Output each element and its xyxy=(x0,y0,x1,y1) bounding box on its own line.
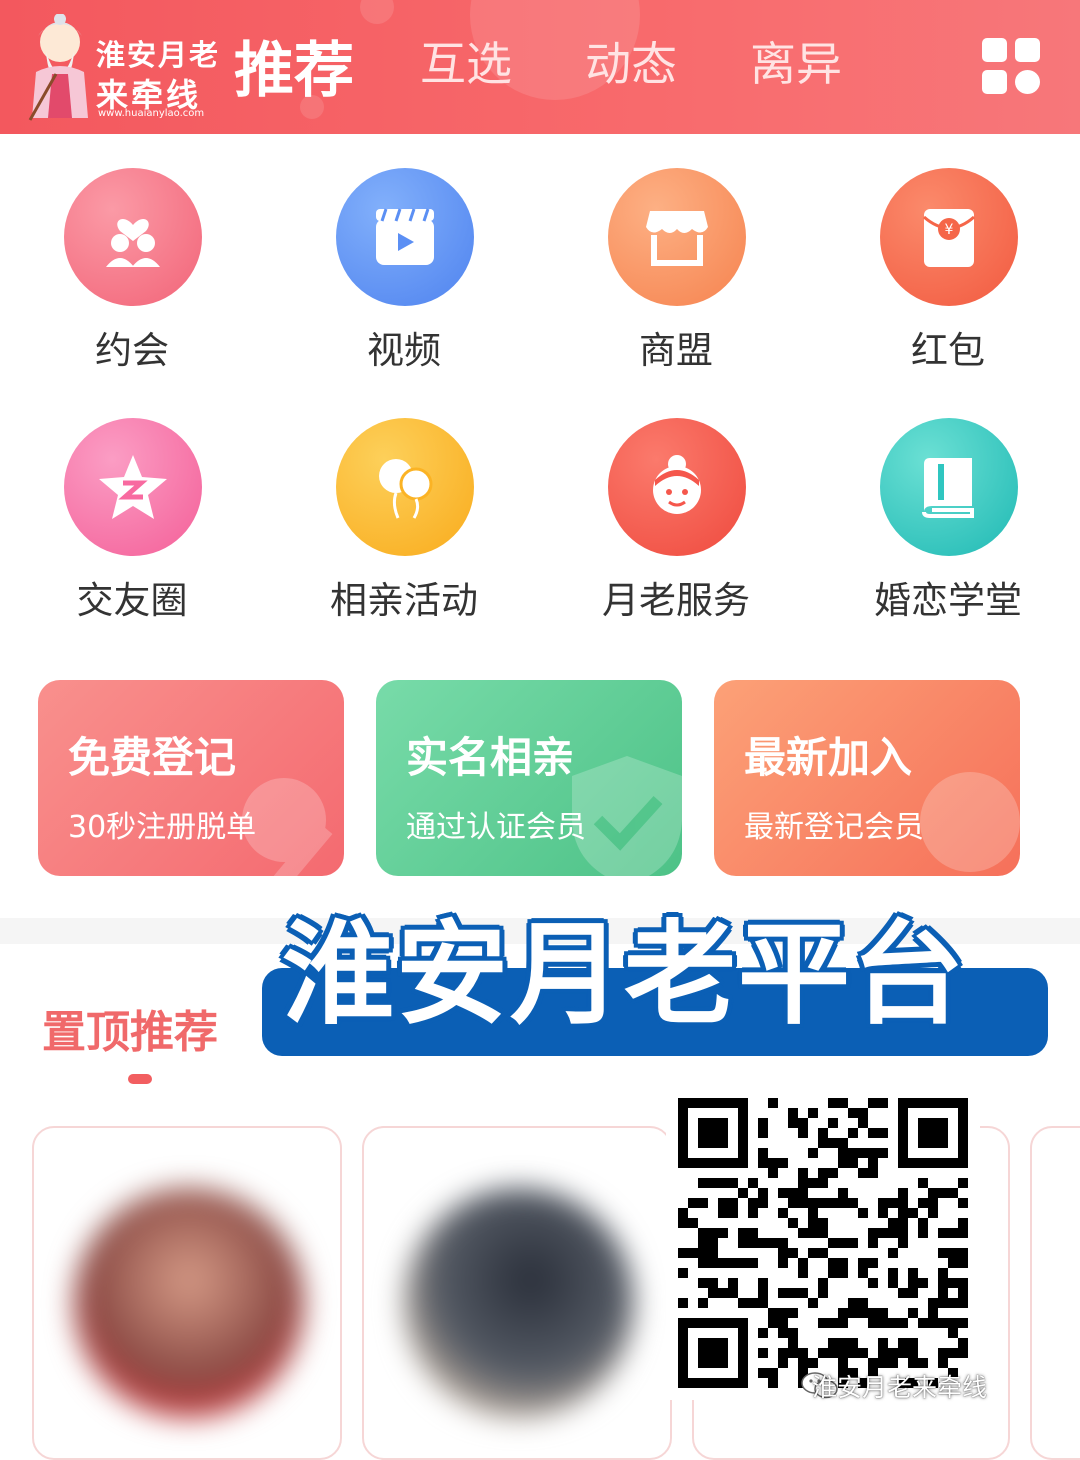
video-clapper-icon xyxy=(336,168,474,306)
store-icon xyxy=(608,168,746,306)
section-title-pinned[interactable]: 置顶推荐 xyxy=(42,996,218,1060)
shortcut-label: 视频 xyxy=(367,329,441,372)
card-real-name-dating[interactable]: 实名相亲 通过认证会员 xyxy=(376,680,682,876)
top-nav-bar: 淮安月老 来牵线 www.huaianylao.com 推荐 互选 动态 离异 xyxy=(0,0,1080,134)
customer-service-icon xyxy=(608,418,746,556)
shortcut-label: 婚恋学堂 xyxy=(874,579,1022,622)
section-active-indicator xyxy=(128,1074,152,1084)
shortcut-label: 约会 xyxy=(95,329,169,372)
profile-card[interactable] xyxy=(32,1126,342,1460)
promo-banner-text: 淮安月老平台 xyxy=(282,910,966,1040)
card-free-register[interactable]: 免费登记 30秒注册脱单 xyxy=(38,680,344,876)
brand-name-line1: 淮安月老 xyxy=(96,38,221,72)
shortcut-matchmaking-events[interactable]: 相亲活动 xyxy=(284,418,524,628)
card-newly-joined[interactable]: 最新加入 最新登记会员 xyxy=(714,680,1020,876)
qr-code-pattern xyxy=(678,1098,968,1388)
star-circle-icon xyxy=(64,418,202,556)
card-subtitle: 最新登记会员 xyxy=(744,810,924,845)
card-title: 实名相亲 xyxy=(406,733,575,782)
profile-card[interactable] xyxy=(362,1126,672,1460)
avatar xyxy=(404,1188,634,1418)
shortcut-label: 月老服务 xyxy=(602,579,750,622)
watermark-text: 淮安月老来牵线 xyxy=(812,1373,988,1402)
couple-heart-icon xyxy=(64,168,202,306)
shortcut-label: 相亲活动 xyxy=(330,579,478,622)
decor-bubble xyxy=(360,0,394,24)
qr-code xyxy=(666,1086,980,1400)
tab-moments[interactable]: 动态 xyxy=(585,28,677,94)
balloons-icon xyxy=(336,418,474,556)
card-title: 最新加入 xyxy=(744,733,913,782)
tab-mutual-select[interactable]: 互选 xyxy=(420,28,512,94)
avatar xyxy=(74,1188,304,1418)
card-title: 免费登记 xyxy=(68,733,237,782)
profile-card[interactable] xyxy=(1030,1126,1080,1460)
shortcut-friend-circle[interactable]: 交友圈 xyxy=(12,418,252,628)
shortcut-matchmaker-service[interactable]: 月老服务 xyxy=(556,418,796,628)
tab-divorced[interactable]: 离异 xyxy=(750,28,842,94)
card-subtitle: 通过认证会员 xyxy=(406,810,586,845)
shortcut-dating[interactable]: 约会 xyxy=(12,168,252,378)
shortcut-red-envelope[interactable]: ¥ 红包 xyxy=(828,168,1068,378)
shortcut-label: 交友圈 xyxy=(76,579,188,622)
shortcut-label: 红包 xyxy=(911,329,985,372)
shortcut-label: 商盟 xyxy=(639,329,713,372)
brand-url: www.huaianylao.com xyxy=(98,108,205,119)
red-envelope-icon: ¥ xyxy=(880,168,1018,306)
shortcut-video[interactable]: 视频 xyxy=(284,168,524,378)
tab-recommend[interactable]: 推荐 xyxy=(234,22,354,109)
svg-text:¥: ¥ xyxy=(945,222,954,238)
app-logo[interactable]: 淮安月老 来牵线 www.huaianylao.com xyxy=(26,10,226,125)
shortcut-merchant-alliance[interactable]: 商盟 xyxy=(556,168,796,378)
card-subtitle: 30秒注册脱单 xyxy=(68,810,257,845)
book-icon xyxy=(880,418,1018,556)
grid-menu-icon[interactable] xyxy=(982,38,1042,94)
shortcut-marriage-school[interactable]: 婚恋学堂 xyxy=(828,418,1068,628)
matchmaker-mascot-icon xyxy=(28,14,88,121)
